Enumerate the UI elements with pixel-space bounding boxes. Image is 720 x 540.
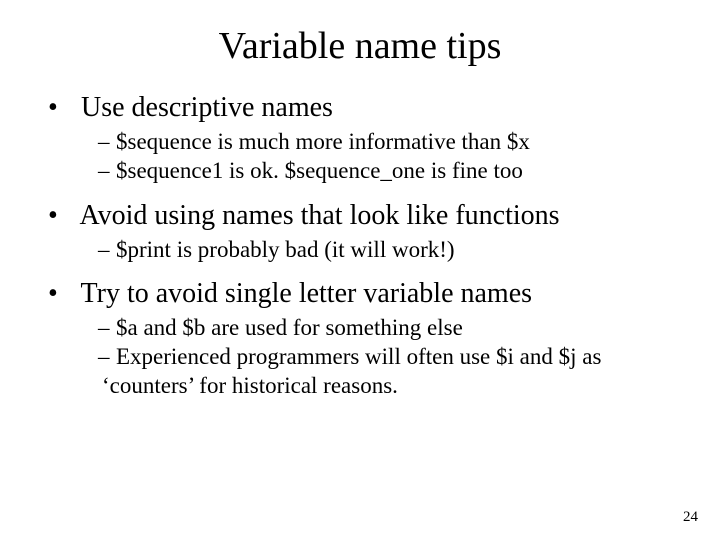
bullet-text: Use descriptive names [81, 92, 333, 123]
bullet-item: Use descriptive names $sequence is much … [50, 92, 680, 186]
sub-bullet-list: $sequence is much more informative than … [50, 128, 680, 186]
sub-bullet-list: $print is probably bad (it will work!) [50, 236, 680, 265]
bullet-text: Try to avoid single letter variable name… [81, 278, 533, 309]
bullet-item: Avoid using names that look like functio… [50, 200, 680, 265]
sub-bullet-item: Experienced programmers will often use $… [102, 343, 680, 401]
bullet-text: Avoid using names that look like functio… [79, 200, 559, 231]
page-number: 24 [683, 509, 698, 526]
bullet-list: Use descriptive names $sequence is much … [40, 92, 680, 401]
slide-title: Variable name tips [40, 24, 680, 68]
sub-bullet-text: $sequence is much more informative than … [116, 129, 530, 154]
sub-bullet-list: $a and $b are used for something else Ex… [50, 314, 680, 400]
sub-bullet-item: $a and $b are used for something else [102, 314, 680, 343]
sub-bullet-text: Experienced programmers will often use $… [102, 344, 601, 398]
sub-bullet-text: $print is probably bad (it will work!) [116, 237, 455, 262]
sub-bullet-text: $a and $b are used for something else [116, 315, 463, 340]
sub-bullet-item: $sequence1 is ok. $sequence_one is fine … [102, 157, 680, 186]
bullet-item: Try to avoid single letter variable name… [50, 278, 680, 400]
sub-bullet-text: $sequence1 is ok. $sequence_one is fine … [116, 158, 523, 183]
sub-bullet-item: $sequence is much more informative than … [102, 128, 680, 157]
sub-bullet-item: $print is probably bad (it will work!) [102, 236, 680, 265]
slide: Variable name tips Use descriptive names… [0, 0, 720, 540]
